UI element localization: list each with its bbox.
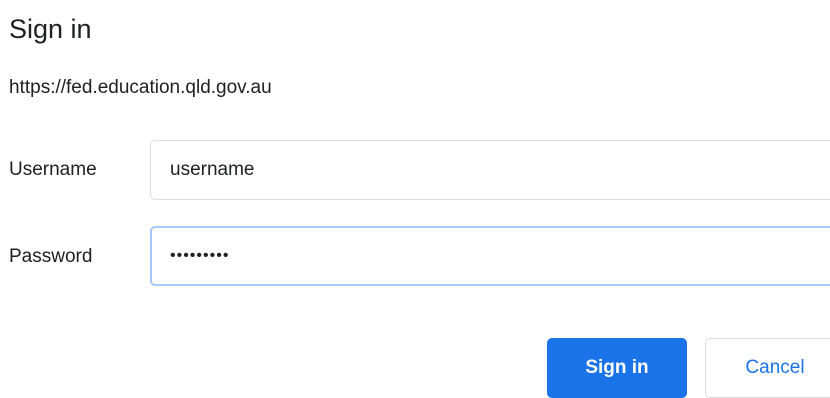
sign-in-button[interactable]: Sign in	[547, 338, 687, 398]
cancel-button[interactable]: Cancel	[705, 338, 830, 398]
username-field[interactable]	[150, 140, 830, 200]
username-label: Username	[9, 159, 97, 180]
password-label: Password	[9, 246, 93, 267]
origin-url: https://fed.education.qld.gov.au	[9, 77, 272, 98]
sign-in-dialog: Sign in https://fed.education.qld.gov.au…	[0, 0, 830, 398]
password-field[interactable]	[150, 226, 830, 286]
dialog-title: Sign in	[9, 14, 92, 44]
